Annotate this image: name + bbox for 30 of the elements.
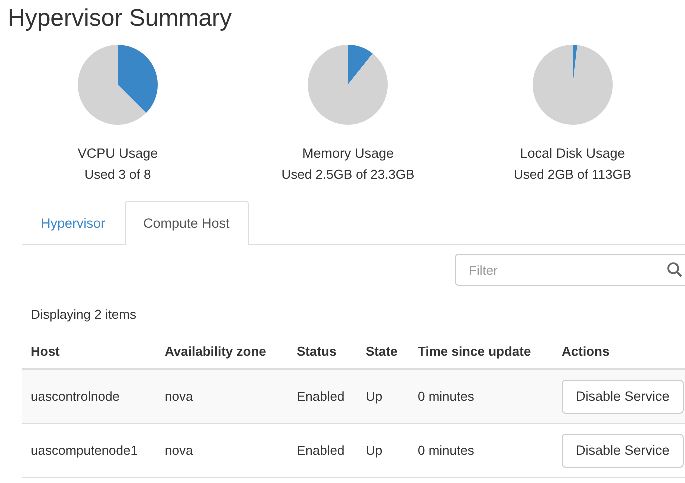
- table-cell: 0 minutes: [418, 389, 474, 404]
- search-icon: [667, 262, 683, 278]
- tab[interactable]: Compute Host: [124, 201, 249, 245]
- chart-label: Memory Usage: [302, 146, 394, 161]
- usage-detail: Used 2GB of 113GB: [514, 167, 632, 182]
- chart-label: Local Disk Usage: [520, 146, 626, 161]
- column-header: Host: [31, 344, 60, 358]
- filter-field[interactable]: Filter: [455, 254, 685, 286]
- table-cell: uascontrolnode: [31, 389, 120, 404]
- table-cell: nova: [165, 443, 194, 458]
- usage-detail: Used 2.5GB of 23.3GB: [282, 167, 415, 182]
- disable-service-button[interactable]: Disable Service: [562, 434, 684, 468]
- disable-service-button[interactable]: Disable Service: [562, 380, 684, 414]
- column-header: Availability zone: [165, 344, 266, 358]
- usage-detail: Used 3 of 8: [84, 167, 152, 182]
- table-cell: Up: [366, 389, 383, 404]
- table-cell: 0 minutes: [418, 443, 474, 458]
- chart-label: VCPU Usage: [78, 146, 158, 161]
- tab[interactable]: Hypervisor: [22, 201, 125, 245]
- column-header: Actions: [562, 344, 610, 358]
- table-cell: Up: [366, 443, 383, 458]
- table-cell: Enabled: [297, 443, 345, 458]
- item-count: Displaying 2 items: [31, 307, 138, 322]
- page-title: Hypervisor Summary: [7, 4, 234, 34]
- table-cell: Enabled: [297, 389, 345, 404]
- table-cell: uascomputenode1: [31, 443, 138, 458]
- column-header: State: [366, 344, 398, 358]
- table-cell: nova: [165, 389, 194, 404]
- column-header: Time since update: [418, 344, 532, 358]
- column-header: Status: [297, 344, 337, 358]
